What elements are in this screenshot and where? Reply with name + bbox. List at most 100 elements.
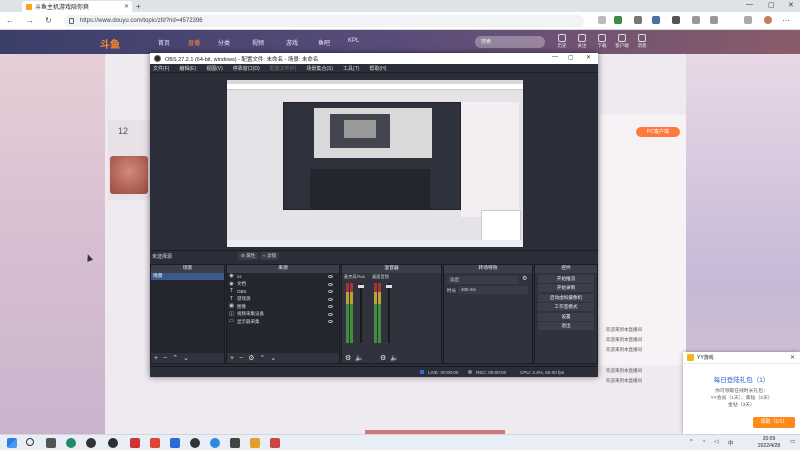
forward-icon[interactable]: →: [26, 16, 34, 25]
add-scene-button[interactable]: +: [154, 355, 158, 362]
app-icon[interactable]: [130, 438, 140, 448]
app-icon[interactable]: [230, 438, 240, 448]
transition-settings-icon[interactable]: ⚙: [522, 275, 527, 282]
source-item[interactable]: T 游戏源: [227, 296, 339, 304]
extension-icon[interactable]: [598, 16, 606, 24]
source-item[interactable]: T OBS: [227, 288, 339, 296]
eye-icon[interactable]: [328, 297, 333, 301]
menu-scene-collection[interactable]: 场景集合(S): [306, 65, 333, 72]
extension-icon[interactable]: [634, 16, 642, 24]
obs-minimize-button[interactable]: —: [552, 54, 558, 60]
reload-icon[interactable]: ↻: [45, 16, 52, 25]
anchor-avatar[interactable]: [110, 156, 148, 194]
pc-client-badge[interactable]: PC客户端: [636, 127, 680, 137]
exit-button[interactable]: 退出: [538, 322, 594, 330]
nav-item-kpl[interactable]: KPL: [348, 38, 359, 44]
nav-item-home[interactable]: 首页: [158, 38, 170, 47]
duration-input[interactable]: 400 ms: [458, 286, 528, 294]
add-source-button[interactable]: +: [230, 355, 234, 362]
properties-button[interactable]: ⚙ 属性: [238, 252, 259, 260]
remove-scene-button[interactable]: −: [163, 355, 167, 362]
app-icon[interactable]: [190, 438, 200, 448]
nav-item-fishbar[interactable]: 鱼吧: [318, 38, 330, 47]
settings-button[interactable]: 设置: [538, 312, 594, 321]
new-tab-button[interactable]: +: [136, 2, 141, 11]
tab-close-icon[interactable]: ✕: [124, 3, 129, 10]
menu-profile[interactable]: 配置文件(P): [270, 65, 297, 72]
eye-icon[interactable]: [328, 275, 333, 279]
remove-source-button[interactable]: −: [239, 355, 243, 362]
nav-item-game[interactable]: 游戏: [286, 38, 298, 47]
clock[interactable]: 20:09 2022/4/28: [752, 436, 786, 449]
menu-file[interactable]: 文件(F): [153, 65, 169, 72]
back-icon[interactable]: ←: [6, 16, 14, 25]
move-up-button[interactable]: ⌃: [259, 354, 265, 362]
input-language[interactable]: 中: [728, 439, 734, 447]
site-search-input[interactable]: 搜索: [475, 36, 545, 48]
obs-maximize-button[interactable]: ▢: [568, 54, 574, 61]
address-bar[interactable]: https://www.douyu.com/topic/zfd?rid=4572…: [64, 15, 584, 27]
source-item[interactable]: ▭ 显示器采集: [227, 318, 339, 326]
menu-view[interactable]: 视图(V): [206, 65, 223, 72]
obs-preview[interactable]: [227, 80, 523, 247]
mixer-settings-icon[interactable]: ⚙: [345, 354, 351, 362]
desktop-volume-fader[interactable]: [386, 285, 392, 288]
task-view-icon[interactable]: [46, 438, 56, 448]
mic-volume-fader[interactable]: [358, 285, 364, 288]
messages-button[interactable]: 消息: [630, 34, 654, 49]
virtual-camera-button[interactable]: 启动虚拟摄像机: [538, 293, 594, 302]
move-down-button[interactable]: ⌄: [183, 354, 189, 362]
eye-icon[interactable]: [328, 305, 333, 309]
obs-close-button[interactable]: ✕: [586, 54, 591, 61]
mixer-settings-icon[interactable]: ⚙: [380, 354, 386, 362]
claim-button[interactable]: 领取（1/1）: [753, 417, 795, 428]
maximize-button[interactable]: ▢: [768, 1, 775, 9]
menu-docks[interactable]: 停靠窗口(D): [233, 65, 260, 72]
eye-icon[interactable]: [328, 290, 333, 294]
start-streaming-button[interactable]: 开始推流: [538, 274, 594, 283]
eye-icon[interactable]: [328, 320, 333, 324]
collections-icon[interactable]: [710, 16, 718, 24]
extension-icon[interactable]: [652, 16, 660, 24]
nav-item-live[interactable]: 直播: [188, 38, 200, 47]
search-icon[interactable]: [26, 438, 34, 446]
transition-select[interactable]: 淡出: [447, 276, 519, 284]
eye-icon[interactable]: [328, 312, 333, 316]
studio-mode-button[interactable]: 工作室模式: [538, 303, 594, 311]
source-item[interactable]: ◉ cs: [227, 273, 339, 281]
extension-icon[interactable]: [672, 16, 680, 24]
menu-edit[interactable]: 编辑(E): [179, 65, 196, 72]
notification-close-icon[interactable]: ✕: [790, 354, 795, 361]
app-icon[interactable]: [170, 438, 180, 448]
menu-help[interactable]: 帮助(H): [369, 65, 386, 72]
nav-item-category[interactable]: 分类: [218, 38, 230, 47]
filters-button[interactable]: ◐ 滤镜: [260, 252, 279, 260]
source-item[interactable]: ◉ 文档: [227, 281, 339, 289]
app-icon[interactable]: [86, 438, 96, 448]
eye-icon[interactable]: [328, 282, 333, 286]
obs-taskbar-icon[interactable]: [108, 438, 118, 448]
volume-icon[interactable]: ◁: [714, 439, 718, 445]
extensions-icon[interactable]: [744, 16, 752, 24]
more-menu-icon[interactable]: ⋯: [782, 16, 790, 25]
edge-icon[interactable]: [66, 438, 76, 448]
app-icon[interactable]: [250, 438, 260, 448]
tray-chevron-icon[interactable]: ^: [690, 439, 693, 445]
profile-avatar[interactable]: [764, 16, 772, 24]
close-window-button[interactable]: ✕: [788, 1, 794, 9]
scene-item[interactable]: 场景: [151, 273, 224, 280]
speaker-icon[interactable]: 🔈: [355, 354, 364, 362]
app-icon[interactable]: [270, 438, 280, 448]
notification-center-icon[interactable]: ▭: [790, 439, 795, 445]
obs-title-bar[interactable]: OBS 27.2.1 (64-bit, windows) - 配置文件: 未命名…: [150, 53, 598, 64]
nav-item-video[interactable]: 视频: [252, 38, 264, 47]
speaker-icon[interactable]: 🔈: [390, 354, 399, 362]
favorites-icon[interactable]: [692, 16, 700, 24]
move-up-button[interactable]: ⌃: [172, 354, 178, 362]
app-icon[interactable]: [210, 438, 220, 448]
menu-tools[interactable]: 工具(T): [343, 65, 359, 72]
minimize-button[interactable]: —: [746, 1, 753, 8]
network-icon[interactable]: ◔: [702, 439, 705, 445]
app-icon[interactable]: [150, 438, 160, 448]
start-icon[interactable]: [7, 438, 17, 448]
